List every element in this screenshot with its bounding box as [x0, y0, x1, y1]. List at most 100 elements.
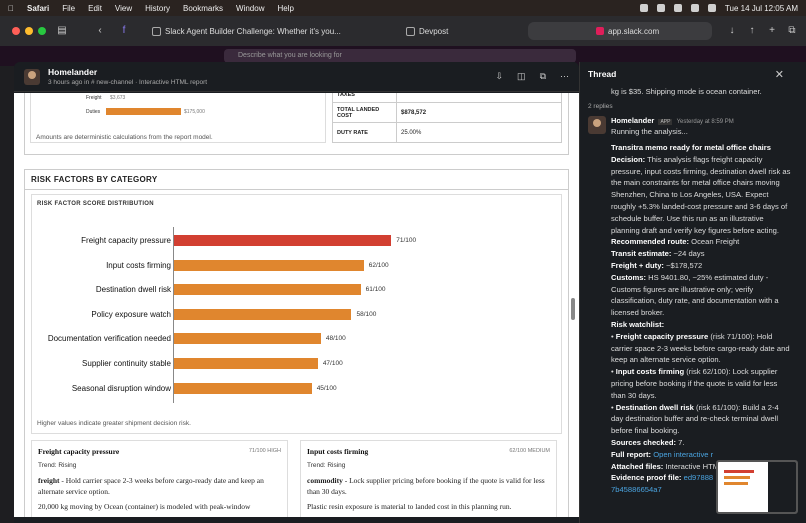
wifi-icon[interactable]: [690, 4, 699, 12]
watch-item-label: Input costs firming: [615, 367, 685, 377]
transit-label: Transit estimate:: [611, 249, 672, 259]
zoom-window-button[interactable]: [38, 27, 46, 35]
cost-value: $878,572: [396, 102, 562, 123]
report-content: Freight $3,673 Duties $175,000 Amounts a…: [14, 93, 579, 517]
duties-row-label: Duties: [86, 109, 101, 115]
menubar-clock[interactable]: Tue 14 Jul 12:05 AM: [725, 4, 798, 13]
freight-row-value: $3,673: [110, 95, 126, 101]
table-row: TAXES: [332, 93, 562, 103]
message-author[interactable]: Homelander: [611, 116, 654, 125]
address-bar[interactable]: app.slack.com: [528, 22, 712, 40]
table-row: DUTY RATE 25.00%: [332, 122, 562, 143]
tab-title: Slack Agent Builder Challenge: Whether i…: [165, 26, 341, 36]
memo-body: Transitra memo ready for metal office ch…: [611, 143, 791, 495]
chart-bar: [174, 358, 318, 369]
risk-card-input-costs: Input costs firming 62/100 MEDIUM Trend:…: [300, 440, 557, 517]
card-title: Freight capacity pressure: [38, 447, 120, 456]
card-recommendation-text: - Lock supplier pricing before booking i…: [307, 476, 545, 496]
app-badge: APP: [658, 119, 673, 125]
decision-text: This analysis flags freight capacity pre…: [611, 154, 791, 235]
share-icon[interactable]: ↑: [746, 25, 758, 37]
screenshot-thumbnail[interactable]: [716, 460, 798, 514]
report-link[interactable]: Open interactive r: [653, 450, 713, 459]
download-icon[interactable]: ⇩: [496, 71, 504, 82]
back-icon[interactable]: ‹: [94, 25, 106, 37]
card-recommendation: commodity - Lock supplier pricing before…: [307, 475, 552, 497]
tab-overview-icon[interactable]: ⧉: [786, 25, 798, 37]
minimize-window-button[interactable]: [25, 27, 33, 35]
extension-icon[interactable]: f: [118, 25, 130, 37]
section-title: RISK FACTORS BY CATEGORY: [25, 170, 568, 190]
previous-message-text: kg is $35. Shipping mode is ocean contai…: [611, 87, 762, 96]
panel-resize-handle[interactable]: [571, 298, 575, 320]
tab-slack-challenge[interactable]: Slack Agent Builder Challenge: Whether i…: [152, 23, 341, 39]
watch-item-label: Destination dwell risk: [615, 402, 694, 412]
thread-title: Thread: [588, 69, 617, 79]
control-center-icon[interactable]: [707, 4, 716, 12]
menu-view[interactable]: View: [115, 4, 132, 13]
running-status: Running the analysis...: [611, 127, 688, 136]
chart-value-label: 71/100: [396, 237, 417, 244]
thumbnail-preview-bar: [724, 470, 754, 473]
apple-icon[interactable]: : [8, 4, 14, 13]
menu-file[interactable]: File: [62, 4, 75, 13]
menu-window[interactable]: Window: [236, 4, 264, 13]
slack-left-rail: [0, 66, 14, 523]
menu-help[interactable]: Help: [277, 4, 293, 13]
thread-header: Thread ✕: [580, 62, 806, 86]
reply-count[interactable]: 2 replies: [588, 103, 613, 110]
card-detail: Plastic resin exposure is material to la…: [307, 502, 512, 511]
avatar[interactable]: [24, 68, 40, 85]
battery-icon[interactable]: [673, 4, 682, 12]
proof-link[interactable]: ed97888: [684, 473, 714, 482]
message-time[interactable]: Yesterday at 8:59 PM: [677, 119, 734, 125]
proof-hash[interactable]: 7b45886654a7: [611, 485, 662, 494]
customs-label: Customs:: [611, 272, 647, 282]
card-title: Input costs firming: [307, 447, 369, 456]
panel-subtitle: 3 hours ago in # new-channel · Interacti…: [48, 79, 208, 86]
macos-menubar:  Safari File Edit View History Bookmark…: [0, 0, 806, 16]
thread-panel: Thread ✕ kg is $35. Shipping mode is oce…: [579, 62, 806, 523]
duties-bar: [106, 108, 181, 115]
proof-label: Evidence proof file:: [611, 473, 682, 483]
url-text: app.slack.com: [608, 26, 660, 36]
card-score: 71/100 HIGH: [248, 448, 281, 454]
close-icon[interactable]: ✕: [775, 68, 784, 81]
chart-bar: [174, 308, 352, 320]
card-trend: Trend: Rising: [38, 462, 77, 469]
chart-value-label: 62/100: [368, 261, 389, 269]
sources-text: 7.: [676, 437, 685, 447]
avatar[interactable]: [588, 116, 606, 134]
duties-row-value: $175,000: [184, 109, 205, 115]
slack-search-input[interactable]: Describe what you are looking for: [224, 49, 576, 63]
tab-devpost[interactable]: Devpost: [406, 23, 448, 39]
cost-label: DUTY RATE: [332, 122, 397, 143]
menu-history[interactable]: History: [145, 4, 170, 13]
more-options-icon[interactable]: ⋯: [560, 71, 569, 82]
risk-chart: RISK FACTOR SCORE DISTRIBUTION Higher va…: [31, 194, 562, 434]
window-controls: [12, 27, 46, 35]
freight-duty-label: Freight + duty:: [611, 260, 664, 270]
split-view-icon[interactable]: ◫: [517, 71, 526, 82]
panel-title: Homelander: [48, 67, 98, 77]
copy-icon[interactable]: ⧉: [540, 71, 546, 82]
freight-duty-text: ~$178,572: [663, 260, 703, 270]
download-icon[interactable]: ↓: [726, 25, 738, 37]
risk-card-freight: Freight capacity pressure 71/100 HIGH Tr…: [31, 440, 288, 517]
menu-app-name[interactable]: Safari: [27, 4, 49, 13]
status-icon[interactable]: [656, 4, 665, 12]
menu-bookmarks[interactable]: Bookmarks: [183, 4, 223, 13]
chart-value-label: 61/100: [365, 286, 386, 294]
card-category: freight: [38, 476, 60, 485]
attached-text[interactable]: Interactive HTM: [663, 462, 719, 471]
thumbnail-preview-bar: [724, 476, 750, 479]
close-window-button[interactable]: [12, 27, 20, 35]
menu-edit[interactable]: Edit: [88, 4, 102, 13]
new-tab-icon[interactable]: +: [766, 25, 778, 37]
sidebar-toggle-icon[interactable]: ▤: [56, 25, 68, 37]
card-detail: 20,000 kg moving by Ocean (container) is…: [38, 502, 251, 511]
freight-row-label: Freight: [86, 95, 102, 101]
status-icon[interactable]: [639, 4, 648, 12]
chart-bar: [174, 333, 321, 345]
route-label: Recommended route:: [611, 237, 690, 247]
